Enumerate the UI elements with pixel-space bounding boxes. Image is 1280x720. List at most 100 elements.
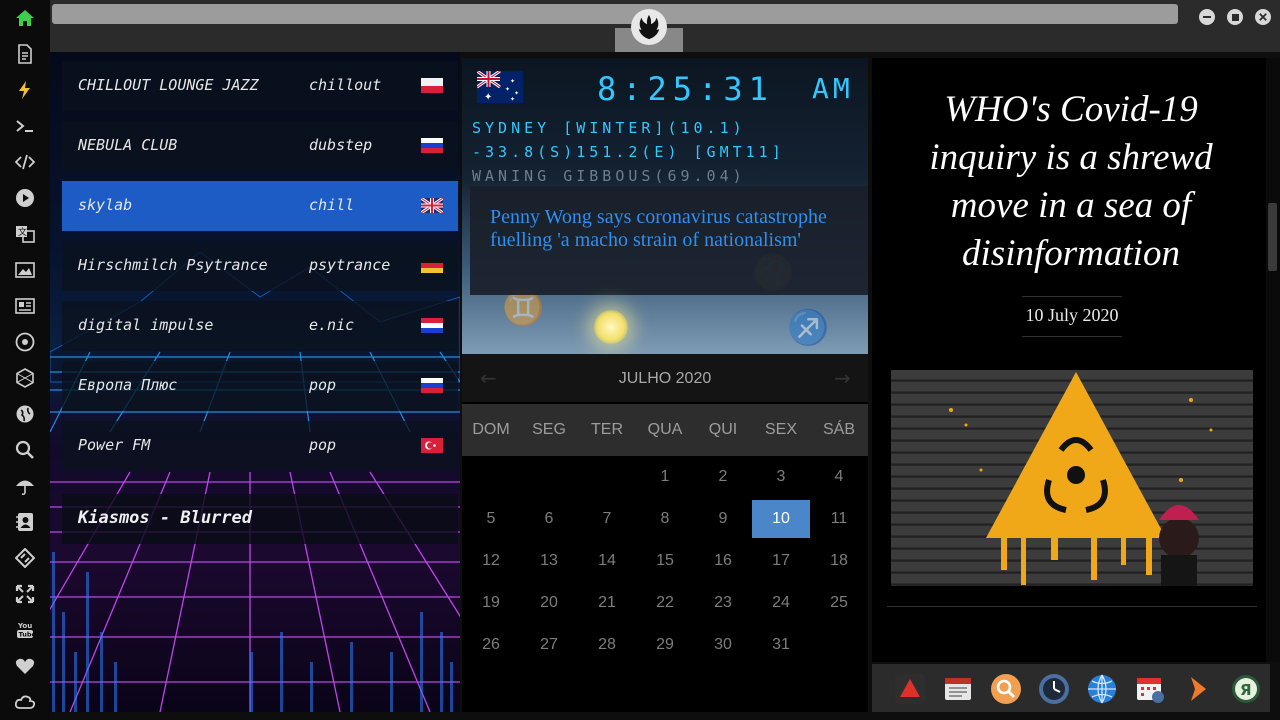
station-item[interactable]: CHILLOUT LOUNGE JAZZ chillout [62, 61, 458, 111]
translate-icon[interactable]: 文 [13, 222, 37, 246]
calendar-day[interactable]: 22 [636, 584, 694, 622]
calendar-day[interactable]: 3 [752, 458, 810, 496]
youtube-icon[interactable]: You Tube [13, 618, 37, 642]
tag-icon[interactable] [13, 546, 37, 570]
heart-icon[interactable] [13, 654, 37, 678]
rebel-logo-icon[interactable] [631, 9, 667, 45]
article-title[interactable]: WHO's Covid-19 inquiry is a shrewd move … [892, 86, 1250, 278]
divider [887, 606, 1257, 607]
schedule-icon[interactable] [942, 673, 974, 705]
clock-location: SYDNEY [WINTER](10.1) [472, 119, 746, 137]
calendar-day[interactable]: 17 [752, 542, 810, 580]
svg-text:文: 文 [18, 226, 27, 238]
contacts-icon[interactable] [13, 510, 37, 534]
yandex-icon[interactable]: Я [1230, 673, 1262, 705]
calendar-day[interactable]: 23 [694, 584, 752, 622]
search-icon[interactable] [13, 438, 37, 462]
calendar-day[interactable]: 31 [752, 626, 810, 664]
calendar-weekdays: DOM SEG TER QUA QUI SEX SÁB [462, 404, 868, 456]
calendar-day[interactable]: 25 [810, 584, 868, 622]
clock-time: 8:25:31 [597, 70, 774, 108]
terminal-icon[interactable] [13, 114, 37, 138]
calendar-day[interactable]: 27 [520, 626, 578, 664]
calendar-day[interactable]: 18 [810, 542, 868, 580]
article-image[interactable] [891, 370, 1253, 586]
calendar-day[interactable]: 2 [694, 458, 752, 496]
arrow-app-icon[interactable] [1182, 673, 1214, 705]
cloud-icon[interactable] [13, 690, 37, 714]
play-icon[interactable] [13, 186, 37, 210]
calendar-day[interactable]: 4 [810, 458, 868, 496]
station-name: Power FM [78, 436, 151, 454]
news-headline-card[interactable]: Penny Wong says coronavirus catastrophe … [470, 186, 868, 295]
calendar-day[interactable]: 21 [578, 584, 636, 622]
globe-app-icon[interactable] [1086, 673, 1118, 705]
russia-flag-icon [421, 378, 443, 393]
image-icon[interactable] [13, 258, 37, 282]
calendar-day[interactable]: 12 [462, 542, 520, 580]
calendar-day[interactable]: 26 [462, 626, 520, 664]
calendar-day[interactable]: 7 [578, 500, 636, 538]
calendar-day[interactable]: 19 [462, 584, 520, 622]
document-icon[interactable] [13, 42, 37, 66]
address-bar[interactable] [52, 4, 1178, 24]
australia-flag-icon[interactable]: ✦ ✦ ✦ ✦ ✦ [476, 69, 523, 103]
station-item[interactable]: Hirschmilch Psytrance psytrance [62, 241, 458, 291]
calendar-day[interactable]: 24 [752, 584, 810, 622]
anydesk-icon[interactable] [894, 673, 926, 705]
calendar-day[interactable]: 29 [636, 626, 694, 664]
code-icon[interactable] [13, 150, 37, 174]
top-bar [50, 0, 1280, 52]
calendar-app-icon[interactable] [1134, 673, 1166, 705]
article-scrollbar[interactable] [1266, 58, 1280, 662]
poland-flag-icon [421, 78, 443, 93]
germany-flag-icon [421, 258, 443, 273]
close-button[interactable] [1255, 9, 1271, 25]
weekday-label: SEG [532, 421, 566, 438]
station-genre: psytrance [309, 256, 391, 274]
calendar-day[interactable]: 11 [810, 500, 868, 538]
station-item-active[interactable]: skylab chill [62, 181, 458, 231]
umbrella-icon[interactable] [13, 474, 37, 498]
calendar-day[interactable]: 14 [578, 542, 636, 580]
home-icon[interactable] [13, 6, 37, 30]
minimize-button[interactable] [1199, 9, 1215, 25]
station-name: CHILLOUT LOUNGE JAZZ [78, 76, 259, 94]
station-item[interactable]: NEBULA CLUB dubstep [62, 121, 458, 171]
now-playing: Kiasmos - Blurred [62, 494, 458, 544]
station-name: Европа Плюс [78, 376, 178, 394]
scrollbar-thumb[interactable] [1268, 203, 1277, 271]
weekday-label: TER [591, 421, 623, 438]
clock-app-icon[interactable] [1038, 673, 1070, 705]
calendar-day-today[interactable]: 10 [752, 500, 810, 538]
rebel-icon[interactable] [13, 330, 37, 354]
next-month-icon[interactable]: → [834, 366, 851, 390]
calendar-day[interactable]: 16 [694, 542, 752, 580]
station-genre: e.nic [309, 316, 355, 334]
calendar-day[interactable]: 1 [636, 458, 694, 496]
station-item[interactable]: Европа Плюс pop [62, 361, 458, 411]
calendar-day[interactable]: 28 [578, 626, 636, 664]
calendar-day[interactable]: 30 [694, 626, 752, 664]
maximize-button[interactable] [1227, 9, 1243, 25]
station-item[interactable]: Power FM pop [62, 421, 458, 471]
hexagon-icon[interactable] [13, 366, 37, 390]
calendar-day[interactable]: 8 [636, 500, 694, 538]
svg-text:✦: ✦ [510, 96, 515, 103]
weekday-label: QUI [708, 421, 738, 438]
globe-icon[interactable] [13, 402, 37, 426]
news-icon[interactable] [13, 294, 37, 318]
calendar-day[interactable]: 6 [520, 500, 578, 538]
calendar-day[interactable]: 20 [520, 584, 578, 622]
station-genre: chillout [309, 76, 382, 94]
station-item[interactable]: digital impulse e.nic [62, 301, 458, 351]
desktop: 文 You Tube CHILLOUT LOUNGE JAZZ chillout… [0, 0, 1280, 720]
search-app-icon[interactable] [990, 673, 1022, 705]
calendar-day[interactable]: 5 [462, 500, 520, 538]
calendar-day[interactable]: 13 [520, 542, 578, 580]
calendar-day[interactable]: 15 [636, 542, 694, 580]
fullscreen-icon[interactable] [13, 582, 37, 606]
bolt-icon[interactable] [13, 78, 37, 102]
calendar-day[interactable]: 9 [694, 500, 752, 538]
news-headline[interactable]: Penny Wong says coronavirus catastrophe … [490, 206, 850, 252]
